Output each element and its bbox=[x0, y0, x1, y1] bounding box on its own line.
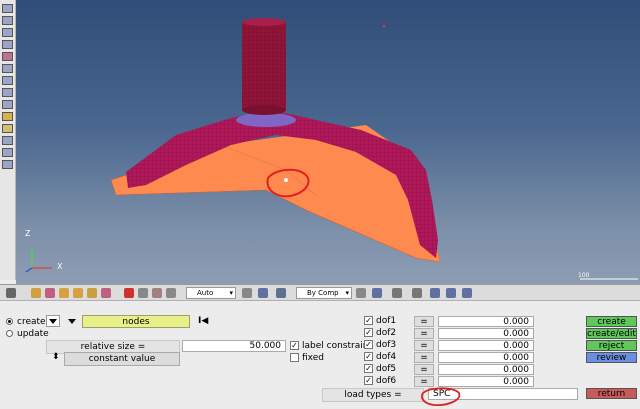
radio-dot bbox=[6, 330, 13, 337]
toolbar-icon[interactable] bbox=[430, 288, 440, 298]
dof-label: dof2 bbox=[376, 328, 397, 338]
entity-selector-button[interactable]: nodes bbox=[82, 315, 190, 328]
toolbar-icon[interactable] bbox=[356, 288, 366, 298]
dof-checkbox[interactable]: ✓ bbox=[364, 376, 373, 385]
toolbar-icon[interactable] bbox=[2, 28, 13, 37]
reject-button[interactable]: reject bbox=[586, 340, 637, 351]
create-radio-label: create bbox=[17, 317, 46, 327]
main-toolbar: Auto ▾ By Comp ▾ bbox=[0, 284, 640, 301]
dof-value-field[interactable]: 0.000 bbox=[438, 340, 534, 351]
return-button[interactable]: return bbox=[586, 388, 637, 399]
toolbar-icon[interactable] bbox=[2, 76, 13, 85]
label-constraint-label: label constraint bbox=[302, 341, 372, 351]
toolbar-icon[interactable] bbox=[2, 88, 13, 97]
dof-label: dof4 bbox=[376, 352, 397, 362]
toolbar-icon[interactable] bbox=[2, 16, 13, 25]
delete-icon[interactable] bbox=[124, 288, 134, 298]
dof-operator-button[interactable]: = bbox=[414, 340, 434, 351]
create-radio[interactable]: create bbox=[6, 317, 46, 327]
toolbar-icon[interactable] bbox=[6, 288, 16, 298]
toolbar-icon[interactable] bbox=[152, 288, 162, 298]
spinner-icon[interactable]: ⬍ bbox=[52, 352, 60, 362]
update-radio[interactable]: update bbox=[6, 329, 49, 339]
graphics-viewport[interactable]: Z X 100 bbox=[16, 0, 640, 284]
axis-x-label: X bbox=[57, 262, 63, 271]
dof-value-field[interactable]: 0.000 bbox=[438, 352, 534, 363]
dof-label: dof1 bbox=[376, 316, 397, 326]
chevron-down-icon: ▾ bbox=[229, 289, 233, 297]
toolbar-icon[interactable] bbox=[45, 288, 55, 298]
dof-value-field[interactable]: 0.000 bbox=[438, 328, 534, 339]
reset-icon[interactable]: I◀ bbox=[198, 316, 208, 326]
toolbar-icon[interactable] bbox=[2, 52, 13, 61]
dof-label: dof5 bbox=[376, 364, 397, 374]
toolbar-icon[interactable] bbox=[31, 288, 41, 298]
toolbar-icon[interactable] bbox=[446, 288, 456, 298]
toolbar-icon[interactable] bbox=[372, 288, 382, 298]
toolbar-icon[interactable] bbox=[2, 100, 13, 109]
fixed-label: fixed bbox=[302, 353, 324, 363]
dof-label: dof3 bbox=[376, 340, 397, 350]
color-mode-value: By Comp bbox=[307, 289, 339, 297]
scale-bar-label: 100 bbox=[578, 272, 590, 279]
toolbar-icon[interactable] bbox=[87, 288, 97, 298]
view-mode-value: Auto bbox=[197, 289, 214, 297]
constraints-panel: create update nodes I◀ relative size = 5… bbox=[0, 301, 640, 409]
fixed-checkbox[interactable] bbox=[290, 353, 299, 362]
toolbar-icon[interactable] bbox=[276, 288, 286, 298]
create-button[interactable]: create bbox=[586, 316, 637, 327]
label-constraint-checkbox[interactable]: ✓ bbox=[290, 341, 299, 350]
toolbar-icon[interactable] bbox=[2, 160, 13, 169]
toolbar-icon[interactable] bbox=[2, 148, 13, 157]
constant-value-selector[interactable]: constant value bbox=[64, 352, 180, 366]
toolbar-icon[interactable] bbox=[2, 136, 13, 145]
left-toolbar bbox=[0, 0, 16, 280]
toolbar-icon[interactable] bbox=[2, 4, 13, 13]
dof-checkbox[interactable]: ✓ bbox=[364, 352, 373, 361]
chevron-down-icon bbox=[49, 319, 57, 324]
toolbar-icon[interactable] bbox=[59, 288, 69, 298]
load-types-label: load types = bbox=[322, 388, 424, 402]
color-mode-dropdown[interactable]: By Comp ▾ bbox=[296, 287, 352, 299]
dof-operator-button[interactable]: = bbox=[414, 328, 434, 339]
toolbar-icon[interactable] bbox=[138, 288, 148, 298]
radio-dot bbox=[6, 318, 13, 325]
dof-operator-button[interactable]: = bbox=[414, 364, 434, 375]
toolbar-icon[interactable] bbox=[258, 288, 268, 298]
toolbar-icon[interactable] bbox=[101, 288, 111, 298]
toolbar-icon[interactable] bbox=[73, 288, 83, 298]
blank-holder bbox=[236, 113, 296, 127]
dof-operator-button[interactable]: = bbox=[414, 316, 434, 327]
axis-z-label: Z bbox=[25, 229, 31, 238]
toolbar-icon[interactable] bbox=[2, 64, 13, 73]
annotation-circle bbox=[421, 387, 461, 406]
toolbar-icon[interactable] bbox=[392, 288, 402, 298]
toolbar-icon[interactable] bbox=[2, 112, 13, 121]
toolbar-icon[interactable] bbox=[412, 288, 422, 298]
model-render bbox=[25, 18, 638, 280]
dof-checkbox[interactable]: ✓ bbox=[364, 316, 373, 325]
chevron-down-icon: ▾ bbox=[345, 289, 349, 297]
toolbar-icon[interactable] bbox=[242, 288, 252, 298]
toolbar-icon[interactable] bbox=[166, 288, 176, 298]
toolbar-icon[interactable] bbox=[2, 40, 13, 49]
dof-label: dof6 bbox=[376, 376, 397, 386]
dof-value-field[interactable]: 0.000 bbox=[438, 316, 534, 327]
toolbar-icon[interactable] bbox=[462, 288, 472, 298]
chevron-down-icon[interactable] bbox=[68, 319, 76, 324]
dof-value-field[interactable]: 0.000 bbox=[438, 364, 534, 375]
dof-checkbox[interactable]: ✓ bbox=[364, 328, 373, 337]
create-edit-button[interactable]: create/edit bbox=[586, 328, 637, 339]
dof-checkbox[interactable]: ✓ bbox=[364, 340, 373, 349]
review-button[interactable]: review bbox=[586, 352, 637, 363]
toolbar-icon[interactable] bbox=[2, 124, 13, 133]
relative-size-field[interactable]: 50.000 bbox=[182, 340, 286, 352]
update-radio-label: update bbox=[17, 329, 49, 339]
dof-operator-button[interactable]: = bbox=[414, 352, 434, 363]
dof-checkbox[interactable]: ✓ bbox=[364, 364, 373, 373]
view-mode-dropdown[interactable]: Auto ▾ bbox=[186, 287, 236, 299]
